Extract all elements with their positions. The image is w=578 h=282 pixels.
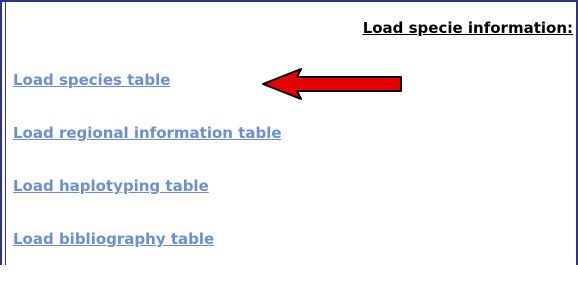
load-haplotyping-table-link[interactable]: Load haplotyping table (13, 176, 282, 229)
load-links-list: Load species table Load regional informa… (13, 70, 282, 282)
left-arrow-icon (262, 68, 402, 100)
frame-left-border (0, 0, 6, 265)
load-bibliography-table-link[interactable]: Load bibliography table (13, 229, 282, 282)
load-regional-information-table-link[interactable]: Load regional information table (13, 123, 282, 176)
section-heading: Load specie information: (362, 19, 573, 37)
frame-top-border (0, 0, 578, 2)
load-species-table-link[interactable]: Load species table (13, 70, 282, 123)
